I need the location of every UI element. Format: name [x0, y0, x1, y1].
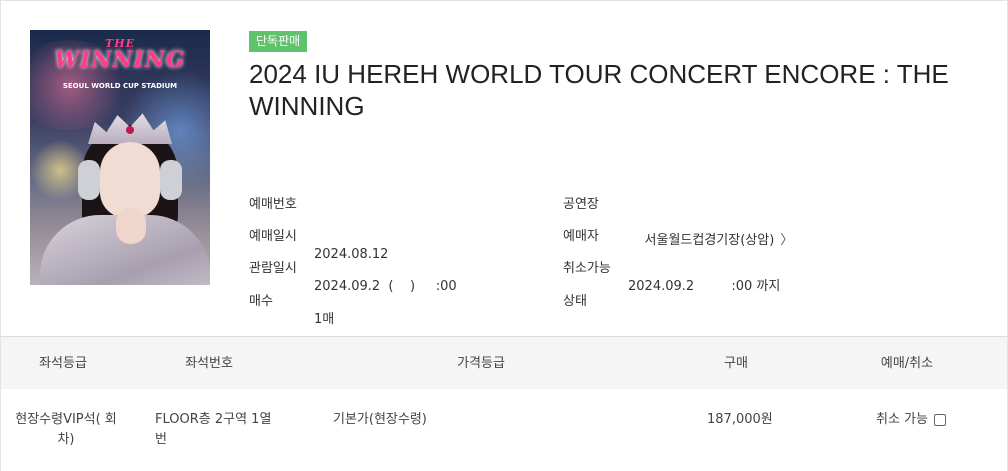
column-header-seat-number: 좌석번호: [185, 356, 233, 371]
info-value: 1매: [314, 312, 335, 327]
poster-logo-main: WINNING: [54, 47, 186, 73]
column-header-seat-grade: 좌석등급: [39, 356, 87, 371]
info-value: 2024.09.2 :00 까지: [628, 279, 781, 294]
poster-figure-hand: [116, 208, 146, 244]
poster-headphone: [160, 160, 182, 200]
seat-number-line: 번: [155, 432, 167, 447]
concert-poster-image: THE WINNING SEOUL WORLD CUP STADIUM: [30, 30, 210, 285]
seat-number-cell: FLOOR층 2구역 1열 번: [155, 410, 295, 450]
poster-logo: THE WINNING: [30, 38, 210, 71]
chevron-right-icon: 〉: [780, 233, 794, 248]
seat-number-line: FLOOR층 2구역 1열: [155, 412, 272, 427]
seat-grade-cell: 현장수령VIP석( 회 차): [7, 410, 125, 450]
exclusive-sale-badge: 단독판매: [249, 31, 308, 52]
price-cell: 187,000원: [707, 412, 773, 427]
venue-link[interactable]: 서울월드컵경기장(상암) 〉: [628, 214, 794, 268]
price-grade-cell: 기본가(현장수령): [333, 412, 427, 427]
column-header-reserve-cancel: 예매/취소: [880, 356, 934, 371]
poster-figure-face: [100, 142, 160, 218]
poster-subtitle: SEOUL WORLD CUP STADIUM: [62, 82, 178, 90]
poster-headphone: [78, 160, 100, 200]
ticket-table-header: 좌석등급 좌석번호 가격등급 구매 예매/취소: [1, 336, 1007, 389]
info-label: 상태: [563, 294, 587, 309]
concert-title: 2024 IU HEREH WORLD TOUR CONCERT ENCORE …: [249, 59, 949, 121]
info-status: 상태: [563, 275, 587, 329]
info-value: 2024.09.2 ( ) :00: [314, 279, 457, 294]
column-header-purchase: 구매: [724, 356, 748, 371]
cancel-checkbox[interactable]: [933, 414, 946, 426]
cancel-option[interactable]: 취소 가능: [876, 410, 946, 430]
venue-name: 서울월드컵경기장(상암): [644, 233, 775, 248]
cancel-label: 취소 가능: [876, 412, 928, 427]
seat-grade-line: 현장수령VIP석( 회: [15, 412, 117, 427]
column-header-price-grade: 가격등급: [457, 356, 505, 371]
info-value: 2024.08.12: [314, 247, 389, 262]
poster-jewel: [126, 126, 134, 134]
info-label: 매수: [249, 294, 273, 309]
info-ticket-count: 매수 1매: [249, 275, 334, 329]
seat-grade-line: 차): [57, 432, 75, 447]
